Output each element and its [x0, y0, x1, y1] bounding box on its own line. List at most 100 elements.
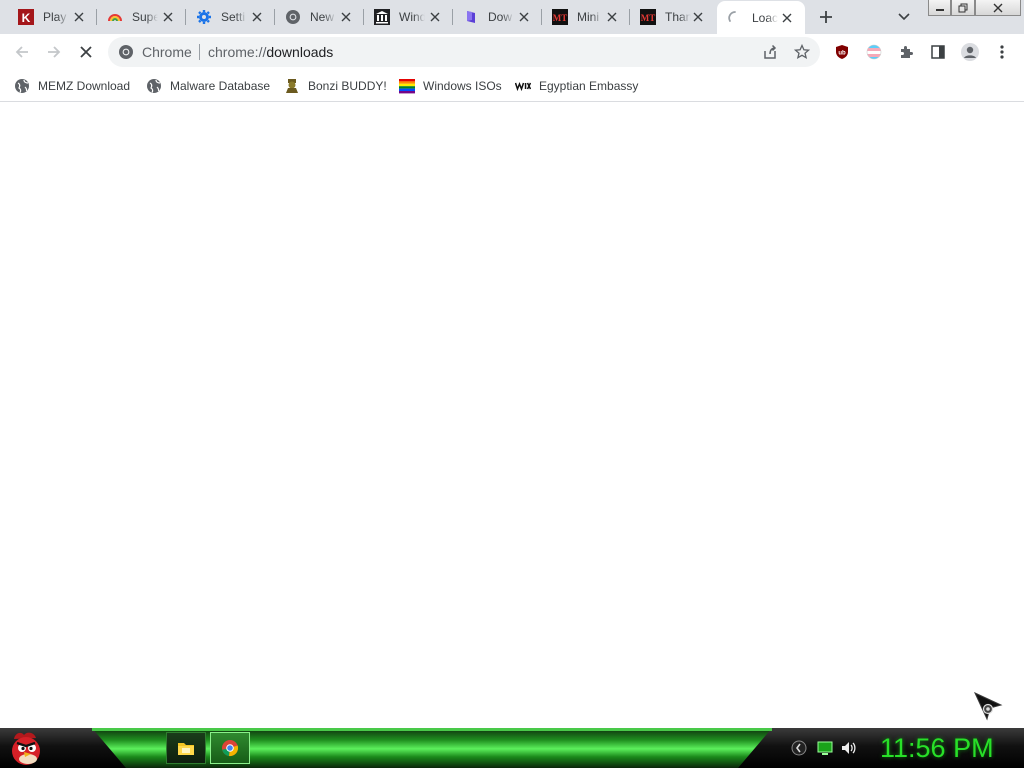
tab-new[interactable]: New	[275, 0, 364, 34]
close-icon[interactable]	[779, 10, 795, 26]
side-panel-icon	[931, 45, 945, 59]
ublock-origin-icon: ub	[836, 45, 848, 59]
chrome-icon	[118, 44, 134, 60]
close-icon[interactable]	[516, 9, 532, 25]
minimize-icon	[935, 8, 944, 11]
close-icon[interactable]	[160, 9, 176, 25]
tab-title: Supe	[132, 10, 158, 24]
bookmark-memz-download[interactable]: MEMZ Download	[14, 75, 130, 97]
keyboard-layout-tray[interactable]	[791, 740, 807, 756]
close-icon[interactable]	[604, 9, 620, 25]
globe-icon	[14, 78, 30, 94]
share-button[interactable]	[759, 41, 781, 63]
chrome-menu-button[interactable]	[990, 40, 1014, 64]
ublock-origin-button[interactable]: ub	[830, 40, 854, 64]
tab-dow[interactable]: Dow	[453, 0, 542, 34]
address-bar[interactable]: Chrome chrome://downloads	[108, 37, 820, 67]
taskbar-clock[interactable]: 11:56 PM	[880, 732, 994, 764]
close-icon[interactable]	[71, 9, 87, 25]
tab-title: Setti	[221, 10, 246, 24]
mt-icon: MT	[552, 9, 568, 25]
svg-text:MT: MT	[641, 13, 656, 23]
bookmark-label: Malware Database	[170, 79, 271, 93]
taskbar-highlight	[92, 728, 772, 731]
taskbar-file-explorer[interactable]	[166, 732, 206, 764]
bookmark-bonzi-buddy[interactable]: Bonzi BUDDY!	[284, 75, 387, 97]
minimize-button[interactable]	[928, 0, 951, 16]
volume-tray[interactable]	[841, 740, 857, 756]
tab-title: Than	[665, 10, 691, 24]
wix-icon	[515, 78, 531, 94]
purple-app-icon	[463, 9, 479, 25]
taskbar-chrome[interactable]	[210, 732, 250, 764]
close-window-button[interactable]	[975, 0, 1021, 16]
menu-icon	[1000, 45, 1004, 59]
tab-strip: K Play Supe Setti New Wind Dow MT Mini M…	[0, 0, 1024, 34]
archive-building-icon	[374, 9, 390, 25]
url-scheme: chrome://	[208, 44, 267, 60]
divider	[199, 44, 200, 60]
bookmark-egyptian-embassy[interactable]: Egyptian Embassy	[515, 75, 638, 97]
bookmark-label: Bonzi BUDDY!	[308, 79, 387, 93]
settings-gear-icon	[196, 9, 212, 25]
bookmark-windows-isos[interactable]: Windows ISOs	[399, 75, 502, 97]
close-icon	[993, 3, 1003, 12]
extensions-button[interactable]	[894, 40, 918, 64]
tab-search-button[interactable]	[893, 6, 915, 28]
profile-button[interactable]	[958, 40, 982, 64]
tab-than[interactable]: MT Than	[630, 0, 716, 34]
tab-windows[interactable]: Wind	[364, 0, 453, 34]
share-icon	[764, 44, 777, 59]
tab-title: Loac	[752, 10, 778, 25]
chrome-icon	[285, 9, 301, 25]
globe-icon	[146, 78, 162, 94]
angry-bird-icon	[12, 732, 40, 765]
arrow-right-icon	[48, 46, 61, 58]
bonzi-icon	[284, 78, 300, 94]
bookmark-label: Windows ISOs	[423, 79, 502, 93]
tab-supe[interactable]: Supe	[97, 0, 186, 34]
restore-button[interactable]	[951, 0, 975, 16]
new-tab-button[interactable]	[814, 5, 838, 29]
start-button[interactable]	[6, 729, 46, 767]
url-text[interactable]: chrome://downloads	[208, 44, 333, 60]
loading-spinner-icon	[727, 10, 743, 26]
bookmark-label: MEMZ Download	[38, 79, 131, 93]
tab-mini[interactable]: MT Mini	[542, 0, 630, 34]
close-icon[interactable]	[427, 9, 443, 25]
plus-icon	[820, 11, 832, 23]
tab-title: Wind	[399, 10, 425, 24]
trans-flag-extension-button[interactable]	[862, 40, 886, 64]
close-icon[interactable]	[338, 9, 354, 25]
chevron-down-icon	[898, 13, 910, 21]
bookmarks-bar: MEMZ Download Malware Database Bonzi BUD…	[0, 70, 1024, 102]
tab-title: Play	[43, 10, 67, 24]
mt-icon: MT	[640, 9, 656, 25]
network-icon	[817, 741, 833, 755]
keyboard-icon	[791, 740, 807, 756]
bookmark-malware-database[interactable]: Malware Database	[146, 75, 270, 97]
close-icon[interactable]	[249, 9, 265, 25]
side-panel-button[interactable]	[926, 40, 950, 64]
arrow-left-icon	[15, 46, 28, 58]
bookmark-label: Egyptian Embassy	[539, 79, 639, 93]
rainbow-flag-icon	[399, 78, 415, 94]
stop-loading-button[interactable]	[74, 40, 98, 64]
tab-title: Mini	[577, 10, 600, 24]
file-explorer-icon	[178, 743, 194, 755]
trans-flag-icon	[866, 44, 882, 60]
forward-button[interactable]	[42, 40, 66, 64]
bookmark-star-button[interactable]	[791, 41, 813, 63]
page-content-area	[0, 102, 1024, 728]
network-tray[interactable]	[817, 740, 833, 756]
back-button[interactable]	[10, 40, 34, 64]
kahoot-k-icon: K	[18, 9, 34, 25]
tab-loading-active[interactable]: Loac	[717, 1, 805, 34]
tab-title: Dow	[488, 10, 513, 24]
svg-text:K: K	[22, 11, 31, 25]
tab-play[interactable]: K Play	[8, 0, 97, 34]
restore-icon	[958, 3, 967, 12]
close-icon[interactable]	[690, 9, 706, 25]
volume-icon	[842, 742, 856, 754]
tab-settings[interactable]: Setti	[186, 0, 275, 34]
